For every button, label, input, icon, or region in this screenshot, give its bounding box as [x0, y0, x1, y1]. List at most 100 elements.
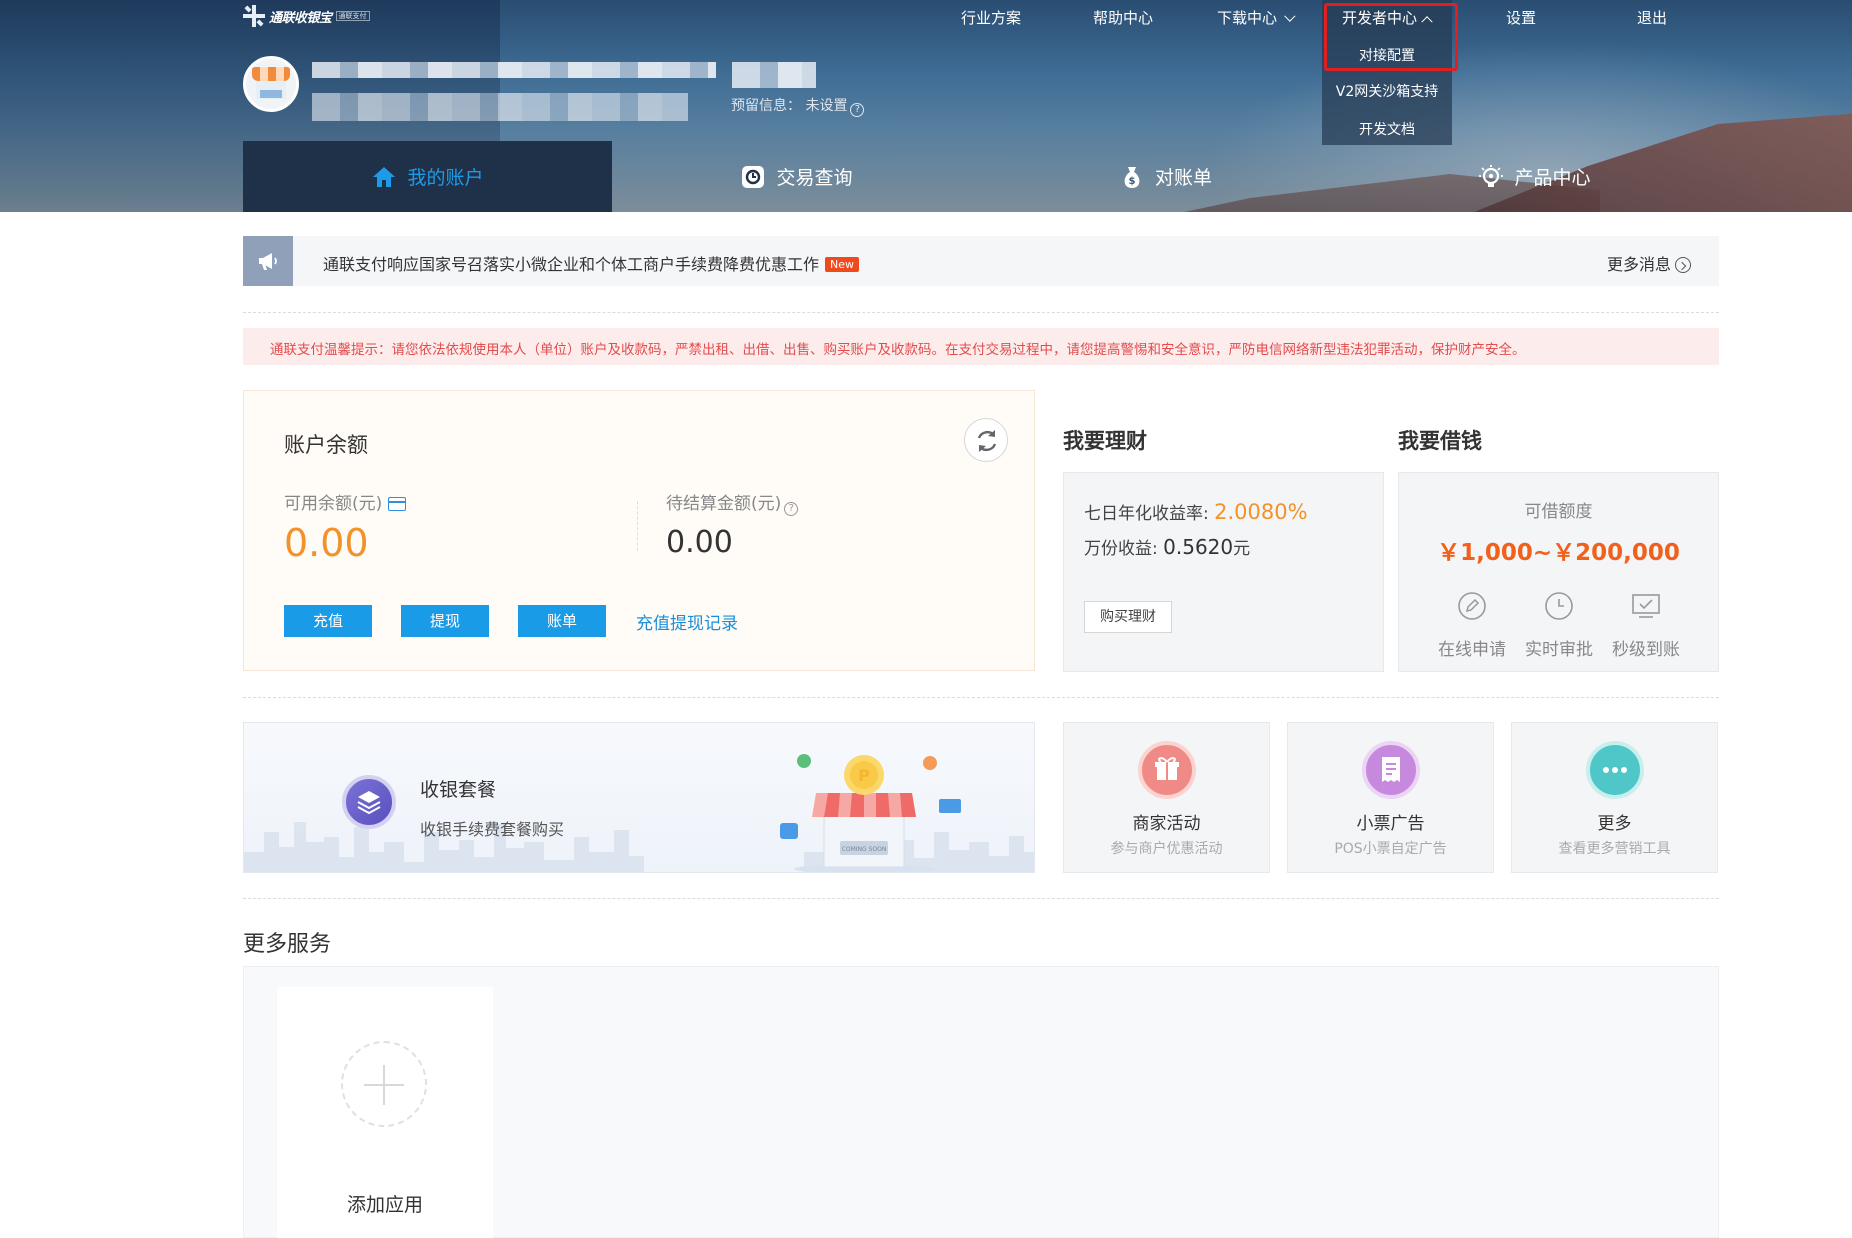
marketing-card-more[interactable]: 更多 查看更多营销工具: [1511, 722, 1718, 873]
promo-title: 收银套餐: [420, 779, 497, 801]
marketing-card-merchant-activity[interactable]: 商家活动 参与商户优惠活动: [1063, 722, 1270, 873]
loan-step-label: 秒级到账: [1612, 640, 1680, 660]
tab-label: 交易查询: [776, 167, 853, 189]
buy-finance-button[interactable]: 购买理财: [1084, 601, 1172, 633]
coming-soon-sign: COMING SOON: [842, 846, 887, 853]
cashier-package-banner[interactable]: 收银套餐 收银手续费套餐购买 COMING SOON P: [243, 722, 1035, 873]
refresh-icon: [977, 430, 997, 452]
marketing-subtitle: 查看更多营销工具: [1558, 841, 1671, 857]
records-link[interactable]: 充值提现记录: [636, 609, 738, 634]
pending-amount-label-text: 待结算金额(元): [666, 494, 782, 514]
tab-transactions[interactable]: 交易查询: [612, 141, 981, 212]
finance-card: 七日年化收益率: 2.0080% 万份收益: 0.5620元 购买理财: [1063, 472, 1384, 672]
help-icon[interactable]: ?: [850, 103, 865, 117]
tab-label: 对账单: [1154, 167, 1212, 189]
svg-text:$: $: [1129, 176, 1136, 187]
clock-icon: [1545, 592, 1573, 620]
nav-download[interactable]: 下载中心: [1217, 7, 1296, 28]
nav-download-label: 下载中心: [1217, 9, 1278, 27]
add-app-card[interactable]: 添加应用: [277, 987, 493, 1238]
account-type-redacted: [732, 62, 816, 88]
loan-step-approve: 实时审批: [1519, 591, 1599, 660]
finance-wan-value: 0.5620: [1163, 535, 1234, 559]
notice-message: 通联支付响应国家号召落实小微企业和个体工商户手续费降费优惠工作: [323, 255, 820, 274]
divider: [243, 898, 1719, 899]
main-nav: 我的账户 交易查询 $ 对账单 产品中心: [243, 141, 1719, 212]
money-bag-icon: $: [1124, 166, 1140, 188]
tab-products[interactable]: 产品中心: [1350, 141, 1719, 212]
menu-item-dev-docs[interactable]: 开发文档: [1322, 119, 1452, 139]
account-name-redacted: [312, 62, 716, 78]
loan-limit-label: 可借额度: [1524, 502, 1593, 522]
finance-wan: 万份收益: 0.5620元: [1084, 534, 1250, 559]
lightbulb-icon: [1479, 164, 1504, 187]
search-icon: [742, 165, 765, 188]
bill-button[interactable]: 账单: [518, 605, 606, 637]
marketing-title: 更多: [1597, 814, 1632, 834]
megaphone-icon: [259, 253, 277, 270]
finance-rate-label: 七日年化收益率:: [1084, 504, 1209, 524]
loan-card[interactable]: 可借额度 ￥1,000~￥200,000 在线申请 实时审批 秒级到账: [1398, 472, 1719, 672]
withdraw-button[interactable]: 提现: [401, 605, 489, 637]
marketing-title: 商家活动: [1132, 814, 1201, 834]
notice-bar: 通联支付响应国家号召落实小微企业和个体工商户手续费降费优惠工作 New 更多消息: [243, 236, 1719, 286]
nav-industry[interactable]: 行业方案: [961, 7, 1021, 28]
finance-rate-value: 2.0080%: [1214, 500, 1308, 524]
reserve-label: 预留信息：: [731, 98, 801, 114]
loan-title: 我要借钱: [1398, 429, 1482, 453]
divider: [243, 312, 1719, 313]
layers-icon: [342, 775, 396, 829]
marketing-card-receipt-ad[interactable]: 小票广告 POS小票自定广告: [1287, 722, 1494, 873]
receipt-icon: [1362, 741, 1420, 799]
highlight-box: [1324, 3, 1458, 71]
tab-label: 我的账户: [407, 167, 484, 189]
card-icon[interactable]: [388, 497, 407, 511]
add-app-label: 添加应用: [346, 1194, 423, 1216]
finance-wan-unit: 元: [1233, 539, 1251, 559]
pending-amount-value: 0.00: [666, 525, 733, 560]
more-services-title: 更多服务: [243, 932, 332, 957]
finance-title: 我要理财: [1063, 429, 1147, 453]
tab-statements[interactable]: $ 对账单: [981, 141, 1350, 212]
available-balance-value: 0.00: [284, 521, 369, 565]
chevron-down-icon: [1284, 10, 1296, 22]
more-dots-icon: [1586, 741, 1644, 799]
avatar[interactable]: [243, 56, 299, 112]
home-icon: [373, 166, 396, 187]
balance-card: 账户余额 可用余额(元) 0.00 待结算金额(元)? 0.00 充值 提现 账…: [243, 390, 1035, 671]
loan-step-label: 在线申请: [1438, 640, 1506, 660]
available-balance-label-text: 可用余额(元): [284, 494, 383, 514]
loan-step-arrive: 秒级到账: [1606, 591, 1686, 660]
nav-settings[interactable]: 设置: [1506, 7, 1536, 28]
warning-banner: 通联支付温馨提示：请您依法依规使用本人（单位）账户及收款码，严禁出租、出借、出售…: [243, 328, 1719, 365]
shop-illustration: COMING SOON P: [780, 754, 961, 872]
divider: [243, 697, 1719, 698]
reserve-info: 预留信息： 未设置?: [731, 95, 865, 117]
monitor-check-icon: [1632, 594, 1660, 618]
refresh-button[interactable]: [964, 418, 1008, 462]
warning-text: 通联支付温馨提示：请您依法依规使用本人（单位）账户及收款码，严禁出租、出借、出售…: [270, 342, 1526, 358]
tab-label: 产品中心: [1514, 167, 1591, 189]
pencil-icon: [1458, 592, 1486, 620]
nav-help[interactable]: 帮助中心: [1093, 7, 1153, 28]
notice-message-row[interactable]: 通联支付响应国家号召落实小微企业和个体工商户手续费降费优惠工作 New: [323, 251, 860, 275]
help-icon[interactable]: ?: [784, 502, 799, 516]
balance-title: 账户余额: [284, 433, 368, 457]
arrow-right-circle-icon: [1675, 257, 1691, 273]
marketing-subtitle: 参与商户优惠活动: [1110, 841, 1223, 857]
plus-icon: [341, 1041, 427, 1127]
more-messages-link[interactable]: 更多消息: [1607, 251, 1691, 275]
pending-amount-label: 待结算金额(元)?: [666, 489, 799, 516]
nav-logout[interactable]: 退出: [1637, 7, 1667, 28]
gift-icon: [1138, 741, 1196, 799]
tab-my-account[interactable]: 我的账户: [243, 141, 612, 212]
finance-wan-label: 万份收益:: [1084, 539, 1158, 559]
account-id-redacted: [312, 93, 688, 121]
menu-item-v2-sandbox[interactable]: V2网关沙箱支持: [1322, 81, 1452, 101]
recharge-button[interactable]: 充值: [284, 605, 372, 637]
loan-step-apply: 在线申请: [1432, 591, 1512, 660]
services-area: 添加应用: [243, 966, 1719, 1238]
marketing-subtitle: POS小票自定广告: [1334, 841, 1447, 857]
loan-step-label: 实时审批: [1525, 640, 1593, 660]
finance-rate: 七日年化收益率: 2.0080%: [1084, 499, 1308, 524]
